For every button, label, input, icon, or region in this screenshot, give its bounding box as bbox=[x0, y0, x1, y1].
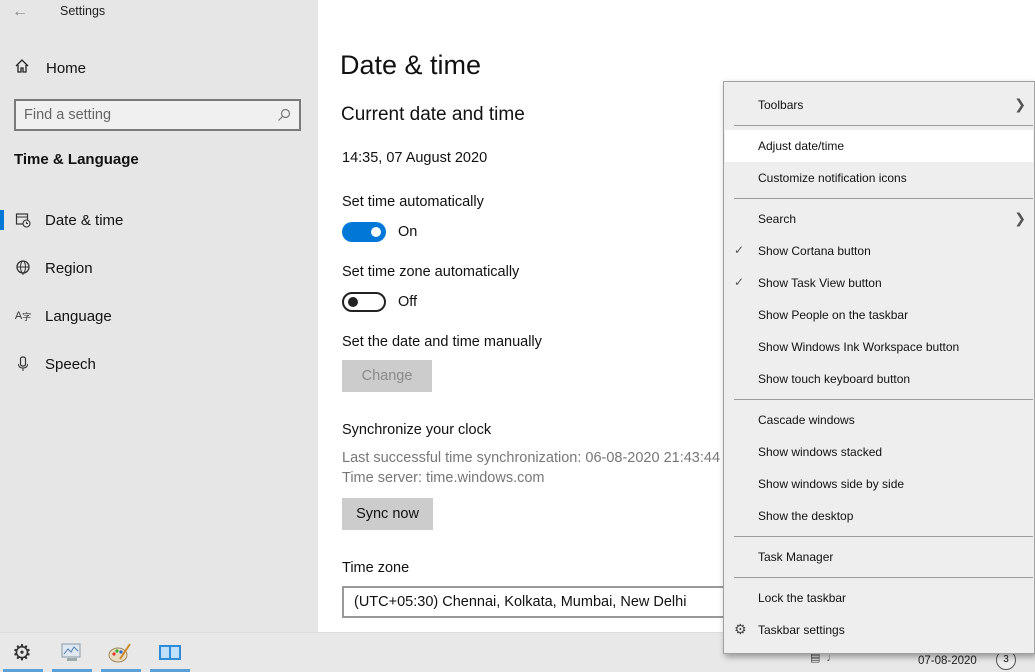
menu-item-windows-stacked[interactable]: Show windows stacked bbox=[724, 436, 1034, 468]
home-icon bbox=[14, 58, 34, 78]
sidebar-item-date-time[interactable]: Date & time bbox=[0, 200, 318, 248]
sidebar-item-label: Region bbox=[45, 259, 93, 277]
menu-item-customize-notification-icons[interactable]: Customize notification icons bbox=[724, 162, 1034, 194]
back-arrow-icon: ← bbox=[12, 3, 28, 20]
taskbar-perfmon-app[interactable] bbox=[60, 641, 84, 665]
menu-item-taskbar-settings[interactable]: ⚙ Taskbar settings bbox=[724, 614, 1034, 646]
screen: ← Settings Home Time & Language Date & t… bbox=[0, 0, 1035, 672]
app-title: Settings bbox=[60, 4, 106, 18]
sync-now-button[interactable]: Sync now bbox=[342, 498, 433, 530]
menu-separator bbox=[734, 399, 1033, 400]
menu-item-show-desktop[interactable]: Show the desktop bbox=[724, 500, 1034, 532]
menu-item-label: Adjust date/time bbox=[758, 139, 845, 153]
menu-item-show-task-view[interactable]: ✓ Show Task View button bbox=[724, 267, 1034, 299]
section-title: Time & Language bbox=[14, 151, 139, 168]
timezone-value: (UTC+05:30) Chennai, Kolkata, Mumbai, Ne… bbox=[354, 594, 687, 610]
menu-item-search[interactable]: Search ❯ bbox=[724, 203, 1034, 235]
last-sync-text: Last successful time synchronization: 06… bbox=[342, 450, 721, 466]
search-box[interactable] bbox=[14, 99, 301, 131]
menu-item-toolbars[interactable]: Toolbars ❯ bbox=[724, 89, 1034, 121]
menu-item-show-ink-workspace[interactable]: Show Windows Ink Workspace button bbox=[724, 331, 1034, 363]
set-tz-auto-label: Set time zone automatically bbox=[342, 264, 520, 280]
menu-separator bbox=[734, 577, 1033, 578]
selection-indicator bbox=[0, 210, 4, 230]
timezone-label: Time zone bbox=[342, 560, 410, 576]
menu-item-label: Show Windows Ink Workspace button bbox=[758, 340, 960, 354]
sidebar-item-label: Date & time bbox=[45, 211, 124, 229]
search-input[interactable] bbox=[24, 107, 277, 123]
set-tz-auto-toggle[interactable] bbox=[342, 292, 386, 312]
time-server-text: Time server: time.windows.com bbox=[342, 470, 545, 486]
menu-item-show-cortana[interactable]: ✓ Show Cortana button bbox=[724, 235, 1034, 267]
calendar-clock-icon bbox=[14, 211, 32, 229]
settings-gear-icon: ⚙ bbox=[12, 640, 32, 665]
menu-item-cascade-windows[interactable]: Cascade windows bbox=[724, 404, 1034, 436]
sync-heading: Synchronize your clock bbox=[342, 422, 492, 438]
remote-desktop-icon bbox=[159, 645, 181, 660]
taskbar-paint-app[interactable] bbox=[108, 641, 132, 665]
timezone-select[interactable]: (UTC+05:30) Chennai, Kolkata, Mumbai, Ne… bbox=[342, 586, 762, 618]
notification-count: 3 bbox=[1003, 654, 1009, 665]
language-icon: A字 bbox=[14, 310, 32, 322]
paint-icon bbox=[108, 643, 131, 663]
checkmark-icon: ✓ bbox=[734, 275, 745, 289]
checkmark-icon: ✓ bbox=[734, 243, 745, 257]
menu-item-adjust-date-time[interactable]: Adjust date/time bbox=[725, 130, 1033, 162]
page-title: Date & time bbox=[340, 50, 482, 80]
home-label: Home bbox=[46, 59, 87, 77]
menu-item-lock-taskbar[interactable]: Lock the taskbar bbox=[724, 582, 1034, 614]
taskbar-remote-app[interactable] bbox=[158, 641, 182, 665]
search-icon[interactable] bbox=[277, 108, 291, 122]
sidebar-item-label: Speech bbox=[45, 355, 96, 373]
menu-item-label: Show People on the taskbar bbox=[758, 308, 909, 322]
sidebar-item-label: Language bbox=[45, 307, 112, 325]
menu-item-label: Taskbar settings bbox=[758, 623, 845, 637]
menu-item-label: Lock the taskbar bbox=[758, 591, 847, 605]
chevron-right-icon: ❯ bbox=[1014, 96, 1026, 112]
chevron-right-icon: ❯ bbox=[1014, 210, 1026, 226]
gear-icon: ⚙ bbox=[734, 621, 747, 637]
menu-separator bbox=[734, 125, 1033, 126]
taskbar-context-menu: Toolbars ❯ Adjust date/time Customize no… bbox=[723, 81, 1035, 654]
sidebar-item-region[interactable]: Region bbox=[0, 248, 318, 296]
set-time-auto-label: Set time automatically bbox=[342, 194, 484, 210]
menu-separator bbox=[734, 198, 1033, 199]
menu-item-task-manager[interactable]: Task Manager bbox=[724, 541, 1034, 573]
menu-separator bbox=[734, 536, 1033, 537]
menu-item-label: Task Manager bbox=[758, 550, 834, 564]
home-link[interactable]: Home bbox=[14, 56, 86, 80]
menu-item-label: Customize notification icons bbox=[758, 171, 907, 185]
title-bar: ← Settings bbox=[0, 0, 318, 28]
menu-item-show-people[interactable]: Show People on the taskbar bbox=[724, 299, 1034, 331]
menu-item-label: Show Cortana button bbox=[758, 244, 871, 258]
globe-icon bbox=[14, 259, 32, 277]
set-tz-auto-state: Off bbox=[398, 294, 418, 310]
performance-monitor-icon bbox=[61, 643, 81, 661]
menu-item-show-touch-keyboard[interactable]: Show touch keyboard button bbox=[724, 363, 1034, 395]
settings-sidebar: ← Settings Home Time & Language Date & t… bbox=[0, 0, 318, 632]
microphone-icon bbox=[14, 355, 32, 373]
taskbar-settings-app[interactable]: ⚙ bbox=[10, 640, 34, 665]
sidebar-item-speech[interactable]: Speech bbox=[0, 344, 318, 392]
current-date-heading: Current date and time bbox=[341, 104, 525, 125]
menu-item-label: Show windows side by side bbox=[758, 477, 905, 491]
menu-item-label: Toolbars bbox=[758, 98, 804, 112]
current-date-value: 14:35, 07 August 2020 bbox=[342, 150, 488, 166]
set-time-auto-state: On bbox=[398, 224, 418, 240]
menu-item-label: Cascade windows bbox=[758, 413, 855, 427]
change-button[interactable]: Change bbox=[342, 360, 432, 392]
sidebar-item-language[interactable]: A字 Language bbox=[0, 296, 318, 344]
tray-date[interactable]: 07-08-2020 bbox=[918, 655, 977, 667]
menu-item-windows-side-by-side[interactable]: Show windows side by side bbox=[724, 468, 1034, 500]
sidebar-nav: Date & time Region A字 Language Speech bbox=[0, 200, 318, 392]
set-time-auto-toggle[interactable] bbox=[342, 222, 386, 242]
back-button[interactable]: ← bbox=[12, 2, 34, 22]
menu-item-label: Search bbox=[758, 212, 797, 226]
menu-item-label: Show Task View button bbox=[758, 276, 882, 290]
menu-item-label: Show windows stacked bbox=[758, 445, 883, 459]
menu-item-label: Show touch keyboard button bbox=[758, 372, 911, 386]
manual-label: Set the date and time manually bbox=[342, 334, 542, 350]
menu-item-label: Show the desktop bbox=[758, 509, 854, 523]
